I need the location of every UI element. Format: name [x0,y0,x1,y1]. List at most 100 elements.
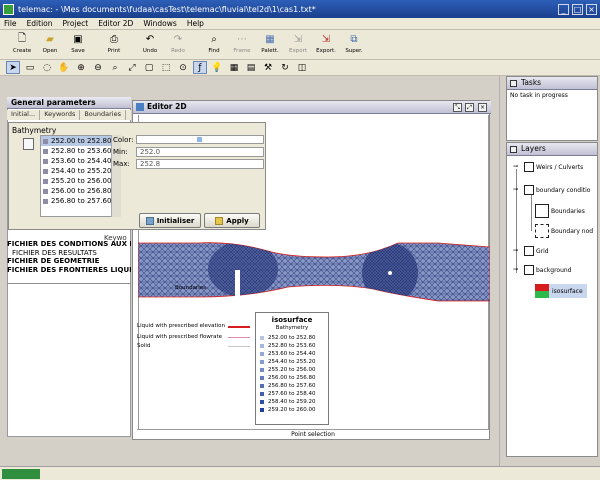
zoom-in-tool[interactable]: ⊕ [74,61,88,74]
superimpose-button[interactable]: ⧉ Super. [340,30,368,59]
redo-button[interactable]: ↷ Redo [164,30,192,59]
zoom-fit-tool[interactable]: ⤢ [125,61,139,74]
menu-editor-2d[interactable]: Editor 2D [98,19,133,28]
mesh-dense-region [208,242,278,297]
isosurface-legend-row: 257.60 to 258.40 [256,390,328,398]
tasks-panel: Tasks No task in progress [506,76,598,141]
bathymetry-range-list[interactable]: 252.00 to 252.80 252.80 to 253.60 253.60… [40,135,120,217]
menu-project[interactable]: Project [63,19,89,28]
layer-checkbox[interactable] [524,265,534,275]
keywords-list: FICHIER DES CONDITIONS AUX LIMI FICHIER … [7,240,131,274]
range-swatch [43,178,48,184]
close-button[interactable]: × [586,3,597,15]
print-button[interactable]: ⎙ Print [100,30,128,59]
function-tool[interactable]: ƒ [193,61,207,74]
editor-icon [136,103,144,111]
light-bulb-tool[interactable]: 💡 [210,61,224,74]
magnify-tool[interactable]: ⌕ [108,61,122,74]
boundary-nodes-icon [535,224,549,238]
layer-boundaries[interactable]: Boundaries [535,204,585,218]
general-parameters-tabs: Initial... Keywords Boundaries [7,110,131,120]
select-arrow-tool[interactable]: ➤ [6,61,20,74]
menu-windows[interactable]: Windows [143,19,176,28]
keyword-item[interactable]: FICHIER DES RESULTATS [7,249,131,258]
range-item[interactable]: 252.80 to 253.60 [41,146,119,156]
menu-edition[interactable]: Edition [27,19,53,28]
layer-boundary-nodes[interactable]: Boundary nod [535,224,593,238]
range-item[interactable]: 252.00 to 252.80 [41,136,119,146]
zoom-region-tool[interactable]: ⊙ [176,61,190,74]
refresh-tool[interactable]: ↻ [278,61,292,74]
panel-splitter[interactable] [499,76,505,466]
capture-tool[interactable]: ◫ [295,61,309,74]
zoom-out-tool[interactable]: ⊖ [91,61,105,74]
tab-initial[interactable]: Initial... [7,110,41,120]
range-swatch [43,198,48,204]
keyword-item[interactable]: FICHIER DES CONDITIONS AUX LIMI [7,240,131,249]
editor-close-button[interactable]: × [478,103,487,112]
layer-checkbox[interactable] [524,246,534,256]
tab-keywords[interactable]: Keywords [40,110,81,120]
isosurface-legend-row: 256.80 to 257.60 [256,382,328,390]
range-item[interactable]: 256.00 to 256.80 [41,186,119,196]
tab-boundaries[interactable]: Boundaries [80,110,126,120]
max-field[interactable]: 252.8 [136,159,264,169]
layer-boundary-conditions[interactable]: ⊸ boundary conditio [513,185,590,195]
keyword-item[interactable]: FICHIER DE GEOMETRIE [7,257,131,266]
expand-icon[interactable]: ⊸ [513,164,520,170]
export-icon: ⇲ [321,34,331,45]
maximize-button[interactable]: □ [572,3,583,15]
find-button[interactable]: ⌕ Find [200,30,228,59]
initialise-button[interactable]: Initialiser [139,213,201,228]
grid-tool[interactable]: ▦ [227,61,241,74]
color-picker[interactable] [136,135,264,144]
apply-button[interactable]: Apply [204,213,260,228]
bathymetry-palette-panel: Bathymetry 252.00 to 252.80 252.80 to 25… [8,122,266,230]
range-item[interactable]: 254.40 to 255.20 [41,166,119,176]
expand-icon[interactable]: ⊸ [513,187,520,193]
layer-grid[interactable]: ⊸ Grid [513,246,549,256]
editor-toolbar: ➤ ▭ ◌ ✋ ⊕ ⊖ ⌕ ⤢ ▢ ⬚ ⊙ ƒ 💡 ▦ ▤ ⚒ ↻ ◫ [0,60,600,76]
expand-icon[interactable]: ⊸ [513,248,520,254]
zoom-restore-tool[interactable]: ▢ [142,61,156,74]
isosurface-legend: isosurface Bathymetry 252.00 to 252.80 2… [255,312,329,425]
keyword-item[interactable]: FICHIER DES FRONTIERES LIQUIDES [7,266,131,275]
minimize-button[interactable]: _ [558,3,569,15]
export-button[interactable]: ⇲ Export [284,30,312,59]
expand-icon[interactable]: ⊸ [513,267,520,273]
frame-button[interactable]: ⋯ Frame [228,30,256,59]
apply-icon [215,216,224,225]
layer-checkbox[interactable] [524,185,534,195]
rectangle-select-tool[interactable]: ▭ [23,61,37,74]
menu-file[interactable]: File [4,19,17,28]
isosurface-legend-row: 259.20 to 260.00 [256,406,328,414]
layer-isosurface[interactable]: isosurface [535,284,587,298]
min-field[interactable]: 252.0 [136,147,264,157]
isosurface-legend-row: 254.40 to 255.20 [256,358,328,366]
layer-checkbox[interactable] [524,162,534,172]
frame-icon: ⋯ [237,34,247,45]
open-button[interactable]: ▰ Open [36,30,64,59]
undo-button[interactable]: ↶ Undo [136,30,164,59]
mesh-view[interactable] [138,237,490,305]
editor-maximize-button[interactable]: ⤢ [465,103,474,112]
legend-swatch [260,344,264,348]
export-dot-button[interactable]: ⇲ Export. [312,30,340,59]
selection-mode-tool[interactable]: ⬚ [159,61,173,74]
save-button[interactable]: ▣ Save [64,30,92,59]
create-button[interactable]: 🗋 Create [8,30,36,59]
menu-help[interactable]: Help [187,19,204,28]
layer-weirs-culverts[interactable]: ⊸ Weirs / Culverts [513,162,583,172]
range-item[interactable]: 253.60 to 254.40 [41,156,119,166]
settings-tool[interactable]: ⚒ [261,61,275,74]
range-item[interactable]: 255.20 to 256.00 [41,176,119,186]
palette-button[interactable]: ▦ Palett. [256,30,284,59]
pan-hand-tool[interactable]: ✋ [57,61,71,74]
range-item[interactable]: 256.80 to 257.60 [41,196,119,206]
lasso-select-tool[interactable]: ◌ [40,61,54,74]
layer-background[interactable]: ⊸ background [513,265,572,275]
editor-restore-button[interactable]: ⤡ [453,103,462,112]
range-swatch [43,138,48,144]
weir-gap [235,270,240,300]
layout-tool[interactable]: ▤ [244,61,258,74]
